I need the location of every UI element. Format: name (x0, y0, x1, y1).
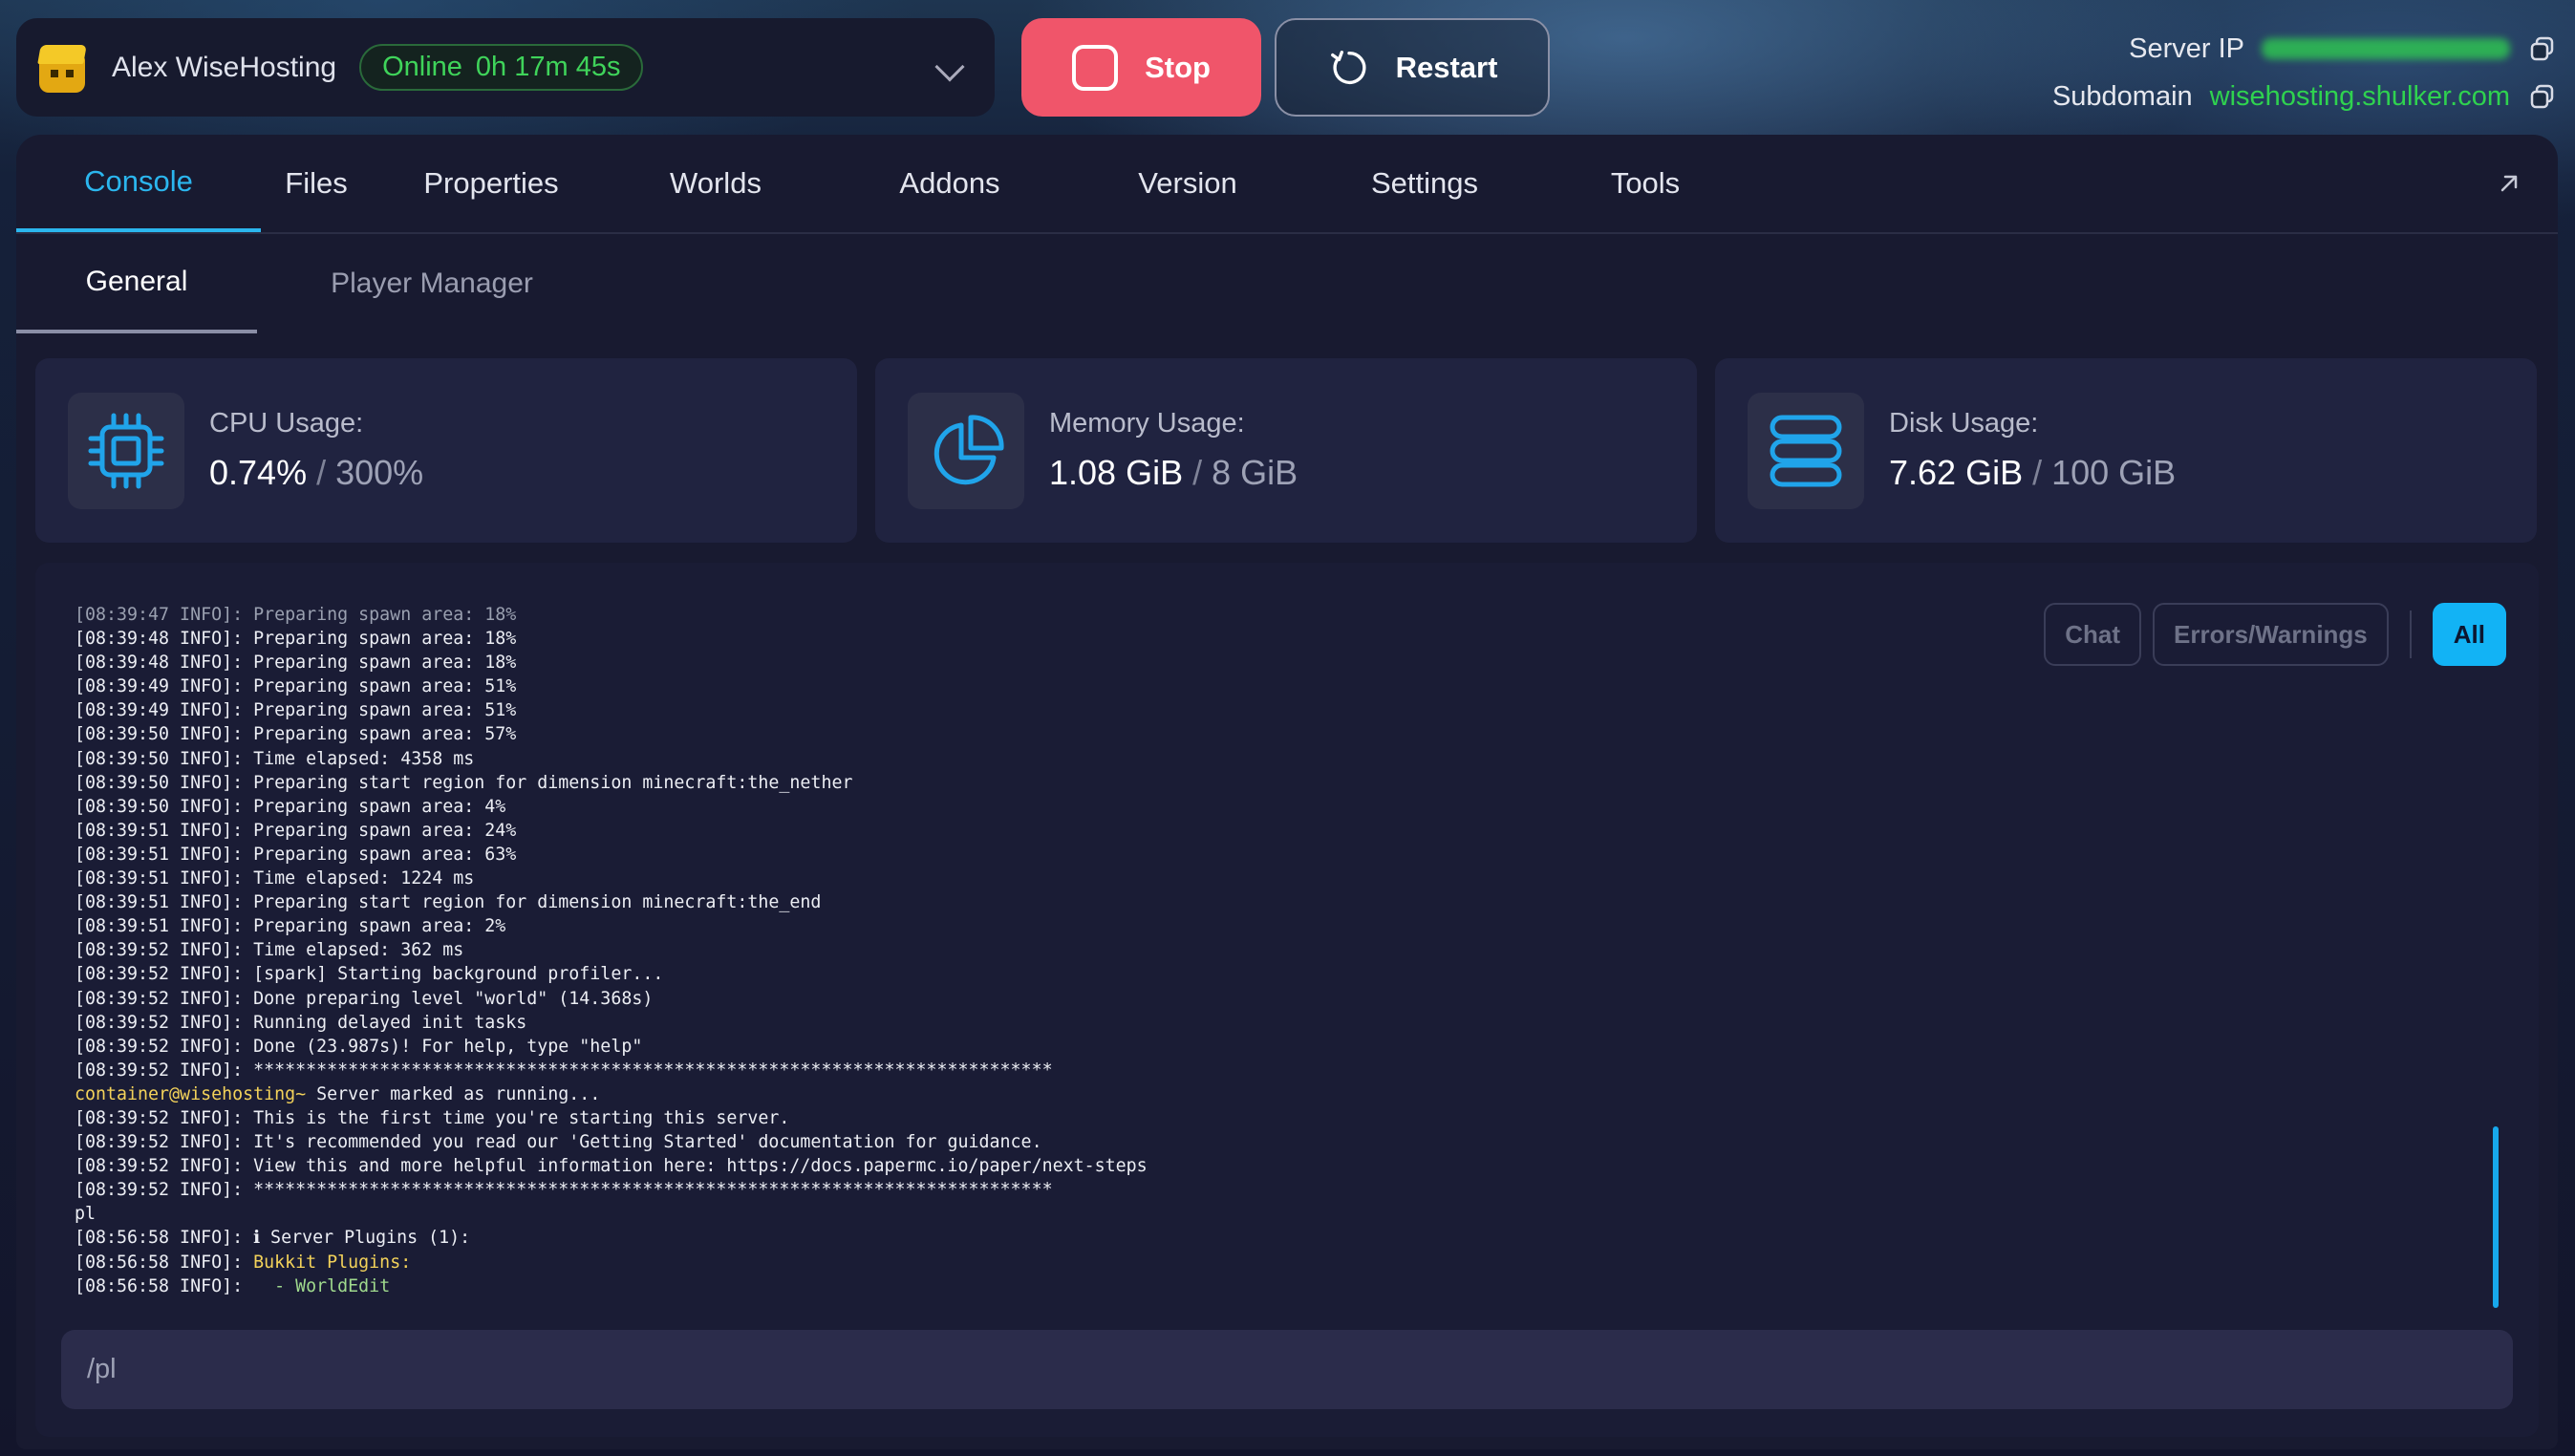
subtab-player-manager[interactable]: Player Manager (257, 234, 607, 333)
console-line: [08:39:51 INFO]: Preparing spawn area: 2… (75, 820, 517, 841)
connection-info: Server IP Subdomain wisehosting.shulker.… (2051, 27, 2554, 122)
status-badge: Online 0h 17m 45s (359, 44, 644, 91)
status-text: Online (382, 52, 462, 82)
console-line: [08:56:58 INFO]: Bukkit Plugins: (75, 1252, 412, 1273)
tab-properties[interactable]: Properties (372, 135, 611, 232)
subdomain-label: Subdomain (2051, 80, 2193, 112)
console-filters: Chat Errors/Warnings All (2044, 603, 2506, 666)
tab-addons[interactable]: Addons (821, 135, 1079, 232)
console-line: [08:39:51 INFO]: Preparing spawn area: 2… (75, 916, 506, 937)
tab-tools[interactable]: Tools (1553, 135, 1738, 232)
disk-usage-card: Disk Usage: 7.62 GiB/100 GiB (1715, 358, 2537, 543)
restart-button-label: Restart (1395, 50, 1498, 84)
server-logo (35, 41, 89, 95)
console-line: [08:39:48 INFO]: Preparing spawn area: 1… (75, 653, 517, 674)
subdomain-value: wisehosting.shulker.com (2209, 80, 2510, 112)
main-panel: Console Files Properties Worlds Addons V… (16, 135, 2558, 1449)
main-tabs: Console Files Properties Worlds Addons V… (16, 135, 2558, 234)
console-line: [08:56:58 INFO]: ℹ Server Plugins (1): (75, 1228, 471, 1249)
restart-icon (1330, 50, 1366, 84)
console-line: [08:39:50 INFO]: Preparing start region … (75, 772, 853, 793)
pie-chart-icon (908, 392, 1024, 509)
console-prompt: container@wisehosting~ (75, 1083, 317, 1104)
stop-icon (1072, 44, 1119, 91)
console-line: [08:39:52 INFO]: ***********************… (75, 1180, 1053, 1201)
tab-worlds[interactable]: Worlds (611, 135, 821, 232)
console-line: [08:39:52 INFO]: It's recommended you re… (75, 1132, 1042, 1153)
console-line: [08:39:47 INFO]: Preparing spawn area: 1… (75, 605, 517, 625)
console-line: [08:39:51 INFO]: Time elapsed: 1224 ms (75, 868, 475, 889)
console-line: [08:39:51 INFO]: Preparing start region … (75, 892, 822, 913)
server-name: Alex WiseHosting (112, 51, 337, 83)
console-output: [08:39:47 INFO]: Preparing spawn area: 1… (75, 603, 1508, 1298)
stop-button[interactable]: Stop (1021, 18, 1261, 117)
memory-max: 8 GiB (1212, 453, 1298, 492)
disk-label: Disk Usage: (1889, 408, 2039, 439)
subtab-general[interactable]: General (16, 234, 257, 333)
disk-max: 100 GiB (2051, 453, 2177, 492)
cpu-usage-card: CPU Usage: 0.74%/300% (35, 358, 857, 543)
cpu-label: CPU Usage: (209, 408, 364, 439)
console-line: [08:39:50 INFO]: Preparing spawn area: 4… (75, 796, 506, 817)
console-line: [08:39:49 INFO]: Preparing spawn area: 5… (75, 700, 517, 721)
server-ip-redacted (2262, 38, 2510, 59)
console-line: container@wisehosting~ Server marked as … (75, 1083, 601, 1104)
database-icon (1748, 392, 1864, 509)
filter-errors-button[interactable]: Errors/Warnings (2153, 603, 2389, 666)
console-line: [08:56:58 INFO]: - WorldEdit (75, 1275, 391, 1296)
command-input[interactable] (61, 1330, 2513, 1409)
console-line: [08:39:51 INFO]: Preparing spawn area: 6… (75, 844, 517, 865)
tab-settings[interactable]: Settings (1297, 135, 1553, 232)
console-panel: [08:39:47 INFO]: Preparing spawn area: 1… (35, 563, 2539, 1437)
memory-label: Memory Usage: (1049, 408, 1245, 439)
copy-icon[interactable] (2529, 35, 2556, 62)
disk-value: 7.62 GiB (1889, 453, 2024, 492)
memory-value: 1.08 GiB (1049, 453, 1184, 492)
cpu-icon (68, 392, 184, 509)
console-line: [08:39:48 INFO]: Preparing spawn area: 1… (75, 629, 517, 650)
console-line: [08:39:52 INFO]: Time elapsed: 362 ms (75, 940, 464, 961)
stop-button-label: Stop (1145, 50, 1211, 84)
filter-all-button[interactable]: All (2432, 603, 2506, 666)
console-line: pl (75, 1204, 97, 1225)
console-scrollbar[interactable] (2493, 1126, 2499, 1308)
console-line: [08:39:52 INFO]: Done (23.987s)! For hel… (75, 1036, 643, 1057)
server-ip-label: Server IP (2129, 32, 2244, 64)
filter-divider (2409, 610, 2412, 658)
console-line: [08:39:52 INFO]: ***********************… (75, 1060, 1053, 1081)
expand-icon[interactable] (2495, 169, 2523, 198)
chevron-down-icon[interactable] (934, 52, 965, 82)
memory-usage-card: Memory Usage: 1.08 GiB/8 GiB (875, 358, 1697, 543)
tab-console[interactable]: Console (16, 135, 261, 232)
console-line: [08:39:52 INFO]: Done preparing level "w… (75, 988, 654, 1009)
tab-files[interactable]: Files (261, 135, 372, 232)
server-selector[interactable]: Alex WiseHosting Online 0h 17m 45s (16, 18, 995, 117)
cpu-value-row: 0.74%/300% (209, 453, 424, 492)
tab-version[interactable]: Version (1079, 135, 1297, 232)
console-line: [08:39:52 INFO]: View this and more help… (75, 1156, 1148, 1177)
console-line: [08:39:50 INFO]: Preparing spawn area: 5… (75, 724, 517, 745)
cpu-value: 0.74% (209, 453, 308, 492)
cpu-max: 300% (335, 453, 424, 492)
filter-chat-button[interactable]: Chat (2044, 603, 2142, 666)
memory-value-row: 1.08 GiB/8 GiB (1049, 453, 1298, 492)
uptime-text: 0h 17m 45s (475, 52, 621, 82)
console-line: [08:39:50 INFO]: Time elapsed: 4358 ms (75, 748, 475, 769)
console-line: [08:39:52 INFO]: This is the first time … (75, 1107, 790, 1128)
console-line: [08:39:49 INFO]: Preparing spawn area: 5… (75, 676, 517, 697)
restart-button[interactable]: Restart (1275, 18, 1550, 117)
console-line: [08:39:52 INFO]: [spark] Starting backgr… (75, 964, 664, 985)
console-line: [08:39:52 INFO]: Running delayed init ta… (75, 1012, 527, 1033)
copy-icon[interactable] (2529, 83, 2556, 110)
sub-tabs: General Player Manager (16, 234, 2558, 333)
disk-value-row: 7.62 GiB/100 GiB (1889, 453, 2177, 492)
